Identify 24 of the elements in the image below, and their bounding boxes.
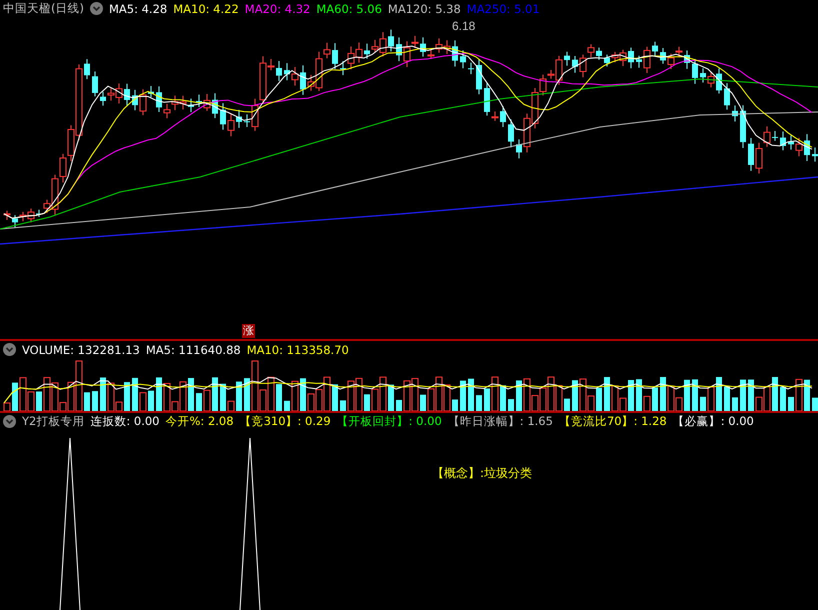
peak-price-label: 6.18 (452, 19, 476, 33)
ma-value: MA60: 5.06 (316, 2, 382, 16)
limit-up-badge: 涨 (242, 324, 255, 338)
indicator-value: 今开%: 2.08 (165, 414, 234, 429)
indicator-value: 【必赢】: 0.00 (672, 414, 754, 429)
dropdown-icon[interactable] (3, 415, 16, 428)
ma-value: MA250: 5.01 (466, 2, 540, 16)
volume-value: MA5: 111640.88 (146, 342, 241, 356)
dropdown-icon[interactable] (90, 2, 103, 15)
indicator-title: Y2打板专用 (22, 414, 84, 429)
indicator-value: 【开板回封】: 0.00 (336, 414, 442, 429)
chart-title: 中国天楹(日线) (3, 1, 84, 16)
volume-value: MA10: 113358.70 (246, 342, 349, 356)
dropdown-icon[interactable] (3, 343, 16, 356)
ma-value: MA5: 4.28 (108, 2, 168, 16)
volume-value: VOLUME: 132281.13 (22, 342, 140, 356)
indicator-value: 【竞流比70】: 1.28 (558, 414, 667, 429)
ma-value: MA20: 4.32 (244, 2, 310, 16)
ma-value: MA10: 4.22 (173, 2, 239, 16)
indicator-value: 【昨日涨幅】: 1.65 (448, 414, 553, 429)
concept-note: 【概念】:垃圾分类 (432, 465, 532, 482)
indicator-value: 连扳数: 0.00 (90, 414, 160, 429)
indicator-value: 【竞310】: 0.29 (240, 414, 331, 429)
ma-value: MA120: 5.38 (388, 2, 461, 16)
